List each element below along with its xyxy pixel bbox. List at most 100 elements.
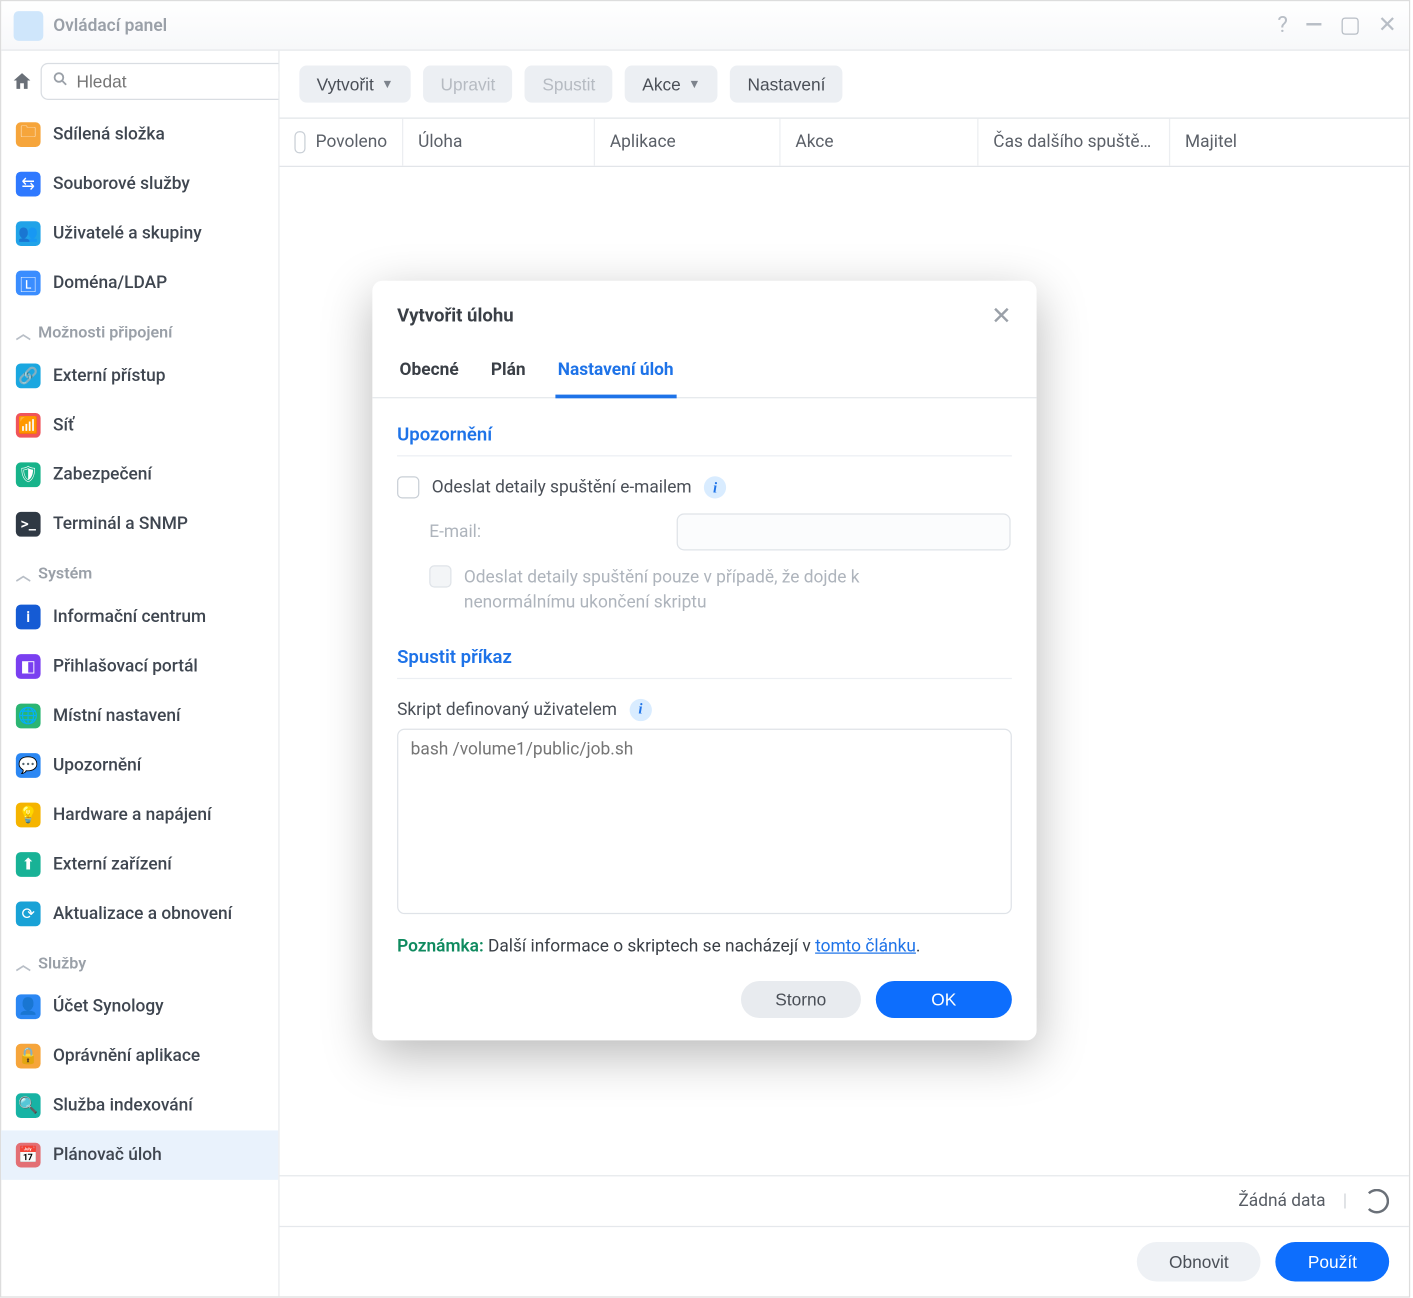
dialog-tabs: Obecné Plán Nastavení úloh	[372, 343, 1036, 399]
action-button[interactable]: Akce ▼	[625, 66, 718, 103]
sidebar-section-system[interactable]: ︿ Systém	[1, 549, 278, 592]
info-icon: i	[16, 605, 41, 630]
titlebar: Ovládací panel ? — ▢ ✕	[1, 1, 1409, 50]
tab-task-settings[interactable]: Nastavení úloh	[555, 350, 676, 398]
info-icon[interactable]: i	[704, 476, 726, 498]
minimize-icon[interactable]: —	[1305, 12, 1322, 38]
create-task-dialog: Vytvořit úlohu ✕ Obecné Plán Nastavení ú…	[372, 281, 1036, 1040]
column-owner[interactable]: Majitel	[1170, 119, 1409, 166]
tab-plan[interactable]: Plán	[488, 350, 528, 398]
sidebar-item-label: Hardware a napájení	[53, 805, 212, 825]
email-label: E-mail:	[429, 522, 503, 542]
table-header: Povoleno Úloha Aplikace Akce Čas dalšího…	[280, 118, 1409, 167]
home-icon[interactable]	[11, 66, 33, 98]
ok-button[interactable]: OK	[876, 980, 1012, 1017]
empty-text: Žádná data	[1238, 1191, 1325, 1211]
folder-icon: 🗀	[16, 122, 41, 147]
sidebar-item-label: Informační centrum	[53, 607, 206, 627]
sidebar-item-indexing-service[interactable]: 🔍 Služba indexování	[1, 1081, 278, 1130]
services-icon: ⇆	[16, 172, 41, 197]
section-run-command: Spustit příkaz	[397, 638, 1012, 679]
sidebar-item-shared-folder[interactable]: 🗀 Sdílená složka	[1, 110, 278, 159]
caret-down-icon: ▼	[688, 77, 700, 91]
control-panel-window: Ovládací panel ? — ▢ ✕ 🗀	[0, 0, 1410, 1298]
user-script-label: Skript definovaný uživatelem	[397, 700, 617, 720]
sidebar-item-terminal-snmp[interactable]: >_ Terminál a SNMP	[1, 500, 278, 549]
sidebar-item-label: Souborové služby	[53, 174, 190, 194]
column-next-run[interactable]: Čas dalšího spuště…	[978, 119, 1170, 166]
shield-icon: 🛡	[16, 463, 41, 488]
app-icon	[14, 11, 44, 41]
sidebar-item-label: Terminál a SNMP	[53, 515, 188, 535]
sidebar-item-label: Externí přístup	[53, 366, 166, 386]
create-button[interactable]: Vytvořit ▼	[299, 66, 410, 103]
sidebar-item-external-access[interactable]: 🔗 Externí přístup	[1, 351, 278, 400]
user-script-textarea[interactable]	[397, 728, 1012, 914]
send-email-checkbox[interactable]	[397, 476, 419, 498]
chevron-up-icon: ︿	[16, 954, 31, 975]
sidebar-section-services[interactable]: ︿ Služby	[1, 939, 278, 982]
column-action[interactable]: Akce	[781, 119, 979, 166]
window-title: Ovládací panel	[53, 15, 1277, 35]
refresh-icon[interactable]	[1364, 1189, 1389, 1214]
select-all-checkbox[interactable]	[294, 131, 305, 153]
sidebar-item-users-groups[interactable]: 👥 Uživatelé a skupiny	[1, 209, 278, 258]
sidebar-item-security[interactable]: 🛡 Zabezpečení	[1, 450, 278, 499]
dialog-close-icon[interactable]: ✕	[991, 301, 1012, 331]
sidebar: 🗀 Sdílená složka ⇆ Souborové služby 👥 Už…	[1, 51, 279, 1297]
search-service-icon: 🔍	[16, 1094, 41, 1119]
sidebar-item-external-devices[interactable]: ⬆ Externí zařízení	[1, 840, 278, 889]
run-button: Spustit	[525, 66, 613, 103]
maximize-icon[interactable]: ▢	[1340, 12, 1361, 38]
sidebar-item-label: Sdílená složka	[53, 125, 165, 145]
sidebar-item-label: Účet Synology	[53, 997, 164, 1017]
email-field[interactable]	[677, 513, 1011, 550]
search-icon	[52, 71, 69, 93]
portal-icon: ◧	[16, 654, 41, 679]
sidebar-item-task-scheduler[interactable]: 📅 Plánovač úloh	[1, 1131, 278, 1180]
search-input[interactable]	[77, 72, 280, 92]
dialog-footer: Storno OK	[372, 963, 1036, 1040]
sidebar-item-label: Oprávnění aplikace	[53, 1047, 200, 1067]
sidebar-item-login-portal[interactable]: ◧ Přihlašovací portál	[1, 642, 278, 691]
sidebar-item-synology-account[interactable]: 👤 Účet Synology	[1, 982, 278, 1031]
sidebar-item-network[interactable]: 📶 Síť	[1, 401, 278, 450]
sidebar-item-label: Plánovač úloh	[53, 1145, 162, 1165]
tab-general[interactable]: Obecné	[397, 350, 461, 398]
bulb-icon: 💡	[16, 803, 41, 828]
abnormal-only-checkbox	[429, 565, 451, 587]
sidebar-item-notification[interactable]: 💬 Upozornění	[1, 741, 278, 790]
sidebar-item-update-restore[interactable]: ⟳ Aktualizace a obnovení	[1, 889, 278, 938]
note-link[interactable]: tomto článku	[815, 936, 916, 956]
reset-button[interactable]: Obnovit	[1137, 1242, 1261, 1282]
cancel-button[interactable]: Storno	[741, 980, 861, 1017]
sidebar-item-label: Zabezpečení	[53, 465, 152, 485]
dialog-body: Upozornění Odeslat detaily spuštění e-ma…	[372, 398, 1036, 963]
sidebar-item-domain-ldap[interactable]: 🄻 Doména/LDAP	[1, 259, 278, 308]
close-icon[interactable]: ✕	[1378, 12, 1397, 38]
sidebar-item-local-settings[interactable]: 🌐 Místní nastavení	[1, 691, 278, 740]
toolbar: Vytvořit ▼ Upravit Spustit Akce ▼ Nastav…	[280, 51, 1409, 118]
section-notification: Upozornění	[397, 416, 1012, 457]
chevron-up-icon: ︿	[16, 564, 31, 585]
sidebar-item-file-services[interactable]: ⇆ Souborové služby	[1, 160, 278, 209]
calendar-icon: 📅	[16, 1143, 41, 1168]
column-task[interactable]: Úloha	[403, 119, 595, 166]
sidebar-item-label: Síť	[53, 416, 74, 436]
globe-icon: 🌐	[16, 704, 41, 729]
settings-button[interactable]: Nastavení	[730, 66, 843, 103]
terminal-icon: >_	[16, 512, 41, 537]
sidebar-item-hardware-power[interactable]: 💡 Hardware a napájení	[1, 790, 278, 839]
sidebar-item-info-center[interactable]: i Informační centrum	[1, 593, 278, 642]
dialog-title: Vytvořit úlohu	[397, 304, 514, 326]
help-icon[interactable]: ?	[1277, 12, 1288, 38]
search-box[interactable]	[41, 63, 280, 100]
info-icon[interactable]: i	[629, 698, 651, 720]
chat-icon: 💬	[16, 753, 41, 778]
sidebar-section-connect[interactable]: ︿ Možnosti připojení	[1, 308, 278, 351]
apply-button[interactable]: Použít	[1276, 1242, 1389, 1282]
sidebar-item-app-privileges[interactable]: 🔒 Oprávnění aplikace	[1, 1032, 278, 1081]
column-enabled[interactable]: Povoleno	[280, 119, 404, 166]
sidebar-item-label: Upozornění	[53, 756, 141, 776]
column-application[interactable]: Aplikace	[595, 119, 781, 166]
